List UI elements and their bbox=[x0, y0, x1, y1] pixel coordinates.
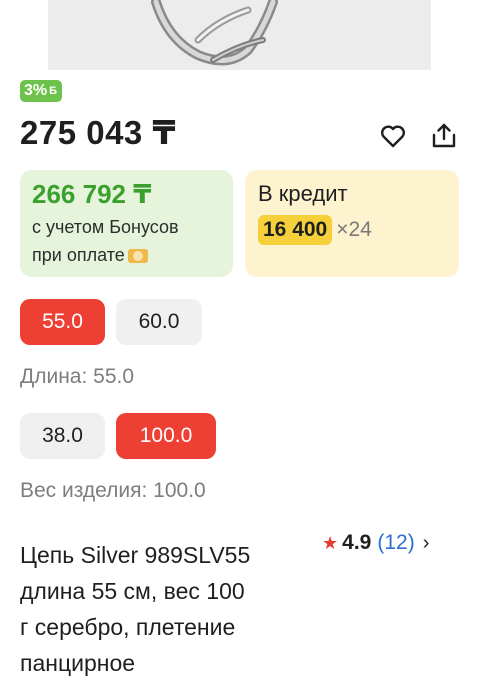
product-title: Цепь Silver 989SLV55 длина 55 см, вес 10… bbox=[20, 537, 320, 681]
chevron-right-icon: › bbox=[422, 531, 430, 554]
weight-option-100[interactable]: 100.0 bbox=[116, 413, 216, 459]
length-option-55[interactable]: 55.0 bbox=[20, 299, 105, 345]
credit-term: ×24 bbox=[336, 218, 372, 241]
weight-option-38[interactable]: 38.0 bbox=[20, 413, 105, 459]
star-icon: ★ bbox=[322, 532, 339, 553]
product-title-line: длина 55 см, вес 100 bbox=[20, 578, 245, 604]
length-label: Длина: 55.0 bbox=[20, 365, 135, 388]
product-price: 275 043 ₸ bbox=[20, 114, 176, 151]
heart-icon[interactable] bbox=[380, 124, 406, 148]
bonus-price: 266 792 ₸ bbox=[32, 179, 152, 209]
chain-image bbox=[48, 0, 431, 70]
bonus-symbol: Б bbox=[49, 85, 58, 97]
product-photo[interactable] bbox=[48, 0, 431, 70]
bonus-note: с учетом Бонусов при оплате bbox=[32, 213, 221, 269]
product-title-line: Цепь Silver 989SLV55 bbox=[20, 542, 251, 568]
share-icon[interactable] bbox=[430, 122, 458, 150]
bonus-coin-icon bbox=[127, 249, 148, 264]
bonus-note-line1: с учетом Бонусов bbox=[32, 217, 179, 237]
credit-amount: 16 400 bbox=[258, 215, 333, 245]
length-option-60[interactable]: 60.0 bbox=[116, 299, 202, 345]
bonus-percent-badge: 3% Б bbox=[20, 80, 63, 102]
weight-label: Вес изделия: 100.0 bbox=[20, 479, 206, 502]
rating-link[interactable]: ★ 4.9 (12) › bbox=[322, 531, 429, 555]
bonus-percent: 3% bbox=[24, 82, 48, 99]
product-title-line: г серебро, плетение bbox=[20, 614, 236, 640]
credit-title: В кредит bbox=[258, 181, 348, 206]
rating-score: 4.9 bbox=[342, 531, 372, 554]
bonus-price-card[interactable]: 266 792 ₸ с учетом Бонусов при оплате bbox=[20, 170, 233, 277]
credit-row: 16 400 ×24 bbox=[258, 215, 446, 245]
review-count: (12) bbox=[377, 531, 415, 554]
product-title-line: панцирное bbox=[20, 650, 136, 676]
credit-card[interactable]: В кредит 16 400 ×24 bbox=[245, 170, 459, 277]
bonus-note-line2: при оплате bbox=[32, 241, 221, 269]
